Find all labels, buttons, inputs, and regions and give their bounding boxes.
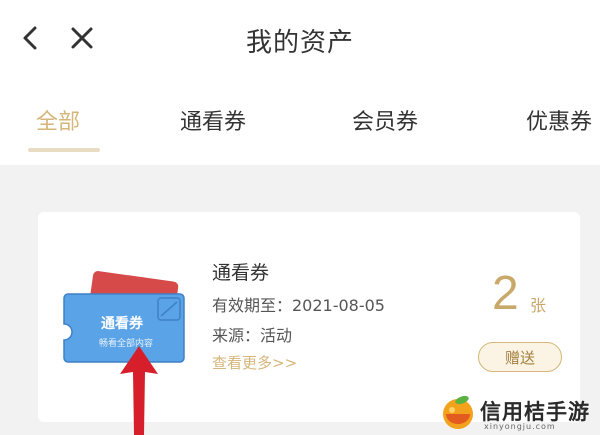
watermark: 信用桔手游 xinyongju.com — [436, 386, 600, 435]
active-tab-indicator — [28, 148, 100, 152]
watermark-url: xinyongju.com — [484, 422, 556, 431]
gift-button[interactable]: 赠送 — [478, 342, 562, 372]
voucher-unit: 张 — [530, 296, 547, 315]
page-title: 我的资产 — [245, 28, 354, 58]
voucher-validity: 有效期至：2021-08-05 — [212, 296, 385, 315]
top-bar: 我的资产 全部 通看券 会员券 优惠券 — [0, 0, 600, 165]
orange-logo-icon — [443, 395, 473, 429]
red-arrow-annotation — [120, 346, 158, 435]
voucher-count: 2 — [492, 267, 519, 320]
tab-member-voucher[interactable]: 会员券 — [352, 104, 418, 136]
ticket-title: 通看券 — [101, 315, 144, 332]
voucher-source: 来源：活动 — [212, 326, 293, 345]
tab-bar: 全部 通看券 会员券 优惠券 — [0, 104, 600, 154]
tab-tongkan-voucher[interactable]: 通看券 — [180, 104, 246, 136]
view-more-link[interactable]: 查看更多>> — [212, 352, 297, 373]
voucher-name: 通看券 — [212, 262, 270, 284]
tab-all[interactable]: 全部 — [36, 104, 80, 136]
tab-coupon[interactable]: 优惠券 — [526, 104, 592, 136]
